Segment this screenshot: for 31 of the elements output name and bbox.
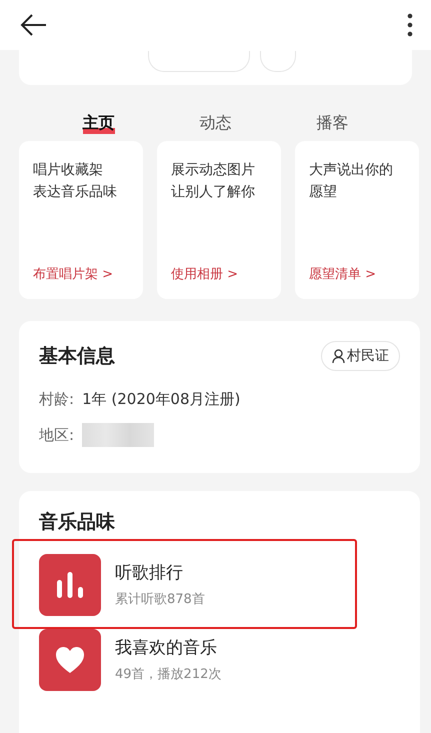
info-value: 1年 (2020年08月注册) [82,390,240,408]
card-link[interactable]: 愿望清单 > [309,265,407,283]
card-text: 愿望 [309,183,337,202]
card-text: 让别人了解你 [171,183,255,202]
info-label: 村龄: [39,390,74,408]
card-link[interactable]: 布置唱片架 > [33,265,131,283]
section-title: 基本信息 [39,344,115,369]
item-subtitle: 49首，播放212次 [115,666,222,683]
item-subtitle: 累计听歌878首 [115,591,205,608]
card-text: 唱片收藏架 [33,161,103,180]
card-link[interactable]: 使用相册 > [171,265,269,283]
section-title: 音乐品味 [39,511,115,533]
feature-card[interactable]: 唱片收藏架 表达音乐品味 布置唱片架 > [19,141,143,299]
music-list-item[interactable]: 我喜欢的音乐 49首，播放212次 [39,622,406,697]
more-icon[interactable] [407,13,413,37]
village-id-button[interactable]: 村民证 [321,341,400,371]
feature-card[interactable]: 大声说出你的 愿望 愿望清单 > [295,141,419,299]
card-text: 展示动态图片 [171,161,255,180]
music-list-item[interactable]: 听歌排行 累计听歌878首 [39,547,406,622]
info-label: 地区: [39,426,74,444]
person-icon [332,349,345,363]
card-text: 表达音乐品味 [33,183,117,202]
card-text: 大声说出你的 [309,161,393,180]
tab[interactable]: 播客 [316,113,348,137]
feature-card[interactable]: 展示动态图片 让别人了解你 使用相册 > [157,141,281,299]
item-title: 我喜欢的音乐 [115,637,218,659]
item-title: 听歌排行 [115,562,184,584]
tab[interactable]: 动态 [200,113,232,137]
bar-chart-icon [39,554,101,616]
tab[interactable]: 主页 [82,113,114,137]
back-icon[interactable] [20,14,48,36]
